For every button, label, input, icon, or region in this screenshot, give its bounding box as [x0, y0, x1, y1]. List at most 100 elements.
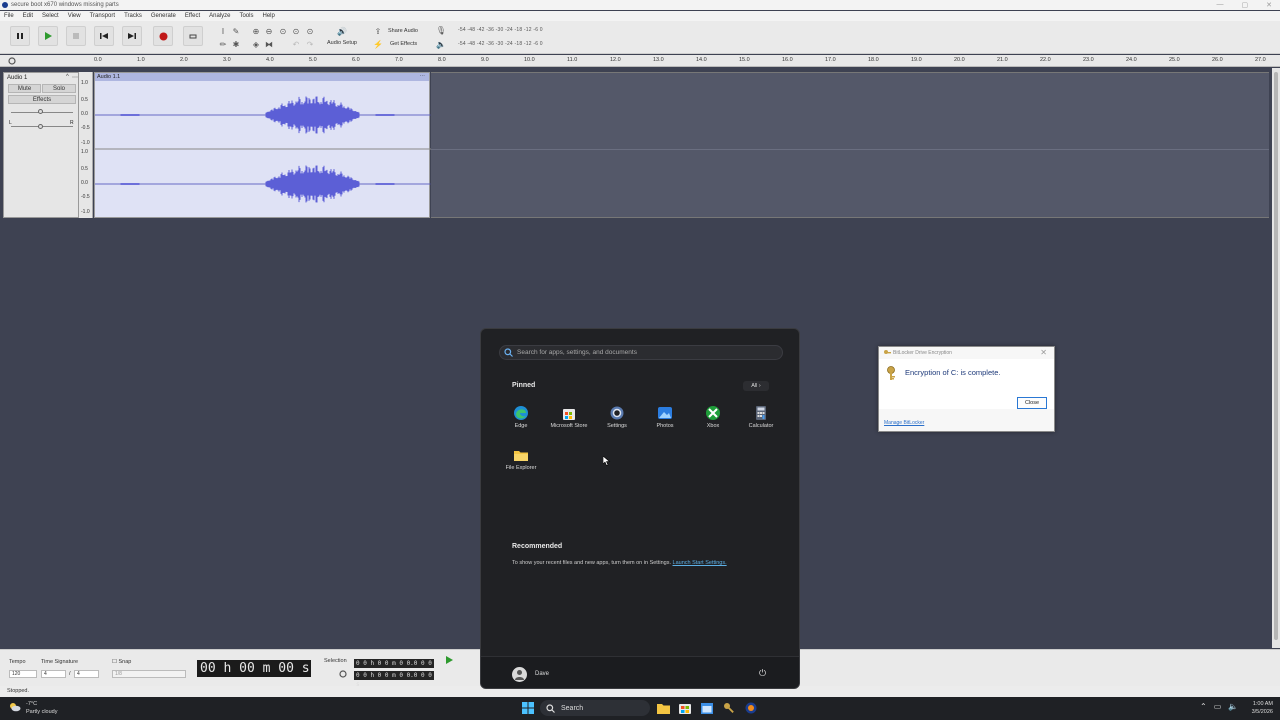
- menu-transport[interactable]: Transport: [90, 13, 115, 19]
- effects-button[interactable]: Effects: [8, 95, 76, 104]
- scrollbar-thumb[interactable]: [1274, 72, 1278, 640]
- launch-start-settings-link[interactable]: Launch Start Settings.: [673, 560, 727, 566]
- manage-bitlocker-link[interactable]: Manage BitLocker: [884, 420, 924, 426]
- amplitude-scale[interactable]: 1.0 0.5 0.0 -0.5 -1.0 1.0 0.5 0.0 -0.5 -…: [79, 72, 93, 218]
- taskbar-store[interactable]: [678, 701, 692, 715]
- time-signature-denominator[interactable]: 4: [74, 670, 99, 678]
- zoom-in-icon[interactable]: ⊕: [251, 26, 261, 36]
- fit-selection-icon[interactable]: ⊙: [278, 26, 288, 36]
- mute-button[interactable]: Mute: [8, 84, 41, 93]
- pinned-app-settings[interactable]: Settings: [592, 405, 642, 429]
- skip-to-end-button[interactable]: [122, 26, 142, 46]
- loop-button[interactable]: [183, 26, 203, 46]
- skip-to-start-button[interactable]: [94, 26, 114, 46]
- snap-checkbox[interactable]: ☐ Snap: [112, 659, 131, 665]
- bitlocker-close-icon[interactable]: ✕: [1040, 348, 1047, 357]
- menu-edit[interactable]: Edit: [23, 13, 33, 19]
- track-collapse-icon[interactable]: ^: [66, 74, 69, 80]
- play-at-speed-icon[interactable]: [444, 655, 454, 665]
- pinned-app-edge[interactable]: Edge: [496, 405, 546, 429]
- tray-overflow-icon[interactable]: ⌃: [1200, 702, 1207, 711]
- maximize-button[interactable]: ▢: [1242, 1, 1249, 9]
- menu-analyze[interactable]: Analyze: [209, 13, 230, 19]
- start-button[interactable]: [521, 701, 535, 715]
- zoom-out-icon[interactable]: ⊖: [264, 26, 274, 36]
- menu-help[interactable]: Help: [262, 13, 274, 19]
- record-meter-scale[interactable]: -54 -48 -42 -36 -30 -24 -18 -12 -6 0: [458, 27, 543, 33]
- timeline-ruler[interactable]: 0.0 1.0 2.0 3.0 4.0 5.0 6.0 7.0 8.0 9.0 10.0 11.0 12…: [0, 55, 1280, 67]
- envelope-tool-icon[interactable]: ✎: [231, 26, 241, 36]
- draw-tool-icon[interactable]: ✏: [218, 39, 228, 49]
- multi-tool-icon[interactable]: ✱: [231, 39, 241, 49]
- weather-description[interactable]: Partly cloudy: [26, 709, 58, 715]
- weather-cloud-icon[interactable]: [9, 702, 21, 712]
- pinned-app-xbox[interactable]: Xbox: [688, 405, 738, 429]
- record-button[interactable]: [153, 26, 173, 46]
- audio-setup-label[interactable]: Audio Setup: [327, 40, 357, 46]
- get-effects-button[interactable]: Get Effects: [390, 41, 417, 47]
- network-icon[interactable]: ▭: [1214, 702, 1222, 711]
- play-button[interactable]: [38, 26, 58, 46]
- start-search-input[interactable]: [517, 349, 767, 356]
- undo-icon[interactable]: ↶: [291, 39, 301, 49]
- menu-select[interactable]: Select: [42, 13, 59, 19]
- volume-icon[interactable]: 🔈: [1228, 702, 1238, 711]
- pan-slider-knob[interactable]: [38, 124, 43, 129]
- tempo-input[interactable]: 120: [9, 670, 37, 678]
- taskbar-clock[interactable]: 1:00 AM 3/5/2026: [1252, 700, 1273, 716]
- trim-icon[interactable]: ◈: [251, 39, 261, 49]
- taskbar-search[interactable]: Search: [540, 700, 650, 716]
- empty-track-lane[interactable]: [431, 72, 1269, 218]
- timeline-settings-icon[interactable]: [7, 56, 17, 66]
- pinned-app-microsoft-store[interactable]: Microsoft Store: [544, 405, 594, 429]
- clip-header[interactable]: Audio 1.1 ⋯: [95, 73, 429, 81]
- silence-icon[interactable]: ⧓: [264, 39, 274, 49]
- track-menu-icon[interactable]: ⋯: [72, 74, 78, 81]
- redo-icon[interactable]: ↷: [305, 39, 315, 49]
- menu-view[interactable]: View: [68, 13, 81, 19]
- audio-clip[interactable]: Audio 1.1 ⋯: [94, 72, 431, 219]
- pinned-app-calculator[interactable]: Calculator: [736, 405, 786, 429]
- menu-generate[interactable]: Generate: [151, 13, 176, 19]
- gain-slider-knob[interactable]: [38, 109, 43, 114]
- selection-end-field[interactable]: 0 0 h 0 0 m 0 0.0 0 0 s: [354, 671, 434, 688]
- snap-select[interactable]: 1/8: [112, 670, 186, 678]
- taskbar-bitlocker[interactable]: [722, 701, 736, 715]
- weather-temperature[interactable]: -7°C: [26, 701, 37, 707]
- menu-tracks[interactable]: Tracks: [124, 13, 142, 19]
- fit-project-icon[interactable]: ⊙: [291, 26, 301, 36]
- taskbar-audacity[interactable]: [744, 701, 758, 715]
- selection-tool-icon[interactable]: I: [218, 26, 228, 36]
- solo-button[interactable]: Solo: [42, 84, 76, 93]
- record-meter-icon[interactable]: 🎙: [436, 25, 446, 35]
- taskbar-app-window[interactable]: [700, 701, 714, 715]
- all-apps-button[interactable]: All ›: [743, 381, 769, 391]
- waveform[interactable]: [95, 81, 431, 219]
- menu-effect[interactable]: Effect: [185, 13, 200, 19]
- vertical-scrollbar[interactable]: [1272, 68, 1280, 648]
- playback-meter-scale[interactable]: -54 -48 -42 -36 -30 -24 -18 -12 -6 0: [458, 41, 543, 47]
- user-avatar[interactable]: [512, 667, 527, 682]
- close-window-button[interactable]: ✕: [1266, 1, 1272, 9]
- pause-button[interactable]: [10, 26, 30, 46]
- selection-settings-icon[interactable]: [338, 669, 348, 679]
- clip-menu-icon[interactable]: ⋯: [420, 73, 426, 81]
- share-icon[interactable]: ⇪: [373, 26, 383, 36]
- taskbar-file-explorer[interactable]: [656, 701, 670, 715]
- menu-tools[interactable]: Tools: [239, 13, 253, 19]
- pinned-app-file-explorer[interactable]: File Explorer: [496, 447, 546, 471]
- bitlocker-close-button[interactable]: Close: [1017, 397, 1047, 409]
- speaker-icon[interactable]: 🔊: [334, 26, 350, 36]
- time-display[interactable]: 00 h 00 m 00 s: [197, 660, 311, 677]
- stop-button[interactable]: [66, 26, 86, 46]
- user-name[interactable]: Dave: [535, 671, 549, 677]
- selection-start-field[interactable]: 0 0 h 0 0 m 0 0.0 0 0 s: [354, 659, 434, 676]
- start-search-box[interactable]: [499, 345, 783, 360]
- menu-file[interactable]: File: [4, 13, 14, 19]
- share-audio-button[interactable]: Share Audio: [388, 28, 418, 34]
- minimize-button[interactable]: —: [1217, 1, 1224, 9]
- playback-meter-icon[interactable]: 🔈: [436, 39, 446, 49]
- power-icon[interactable]: ⏻: [759, 668, 766, 679]
- effects-plug-icon[interactable]: ⚡: [373, 39, 383, 49]
- zoom-toggle-icon[interactable]: ⊙: [305, 26, 315, 36]
